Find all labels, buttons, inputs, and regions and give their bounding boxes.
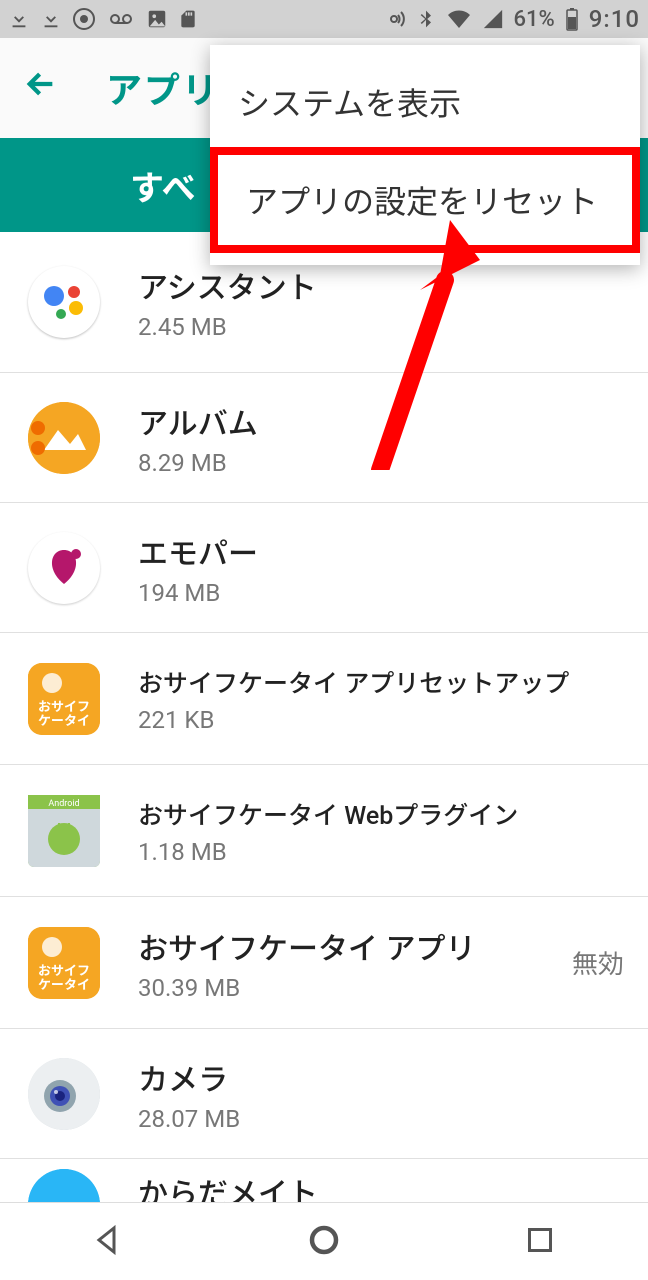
app-icon-webplugin: Android bbox=[28, 795, 100, 867]
sd-card-icon bbox=[178, 7, 198, 31]
app-name: エモパー bbox=[138, 529, 624, 573]
app-size: 1.18 MB bbox=[138, 838, 624, 866]
menu-item-show-system[interactable]: システムを表示 bbox=[210, 57, 640, 147]
clock: 9:10 bbox=[589, 5, 640, 33]
status-left-icons bbox=[8, 7, 198, 31]
list-item[interactable]: おサイフケータイ おサイフケータイ アプリ 30.39 MB 無効 bbox=[0, 896, 648, 1028]
chrome-icon bbox=[72, 7, 96, 31]
nav-recent-icon[interactable] bbox=[522, 1222, 558, 1262]
app-name: おサイフケータイ アプリセットアップ bbox=[138, 664, 624, 700]
list-item[interactable]: アルバム 8.29 MB bbox=[0, 372, 648, 502]
overflow-menu: システムを表示 アプリの設定をリセット bbox=[210, 45, 640, 265]
svg-text:おサイフ: おサイフ bbox=[38, 700, 90, 715]
list-item[interactable]: カメラ 28.07 MB bbox=[0, 1028, 648, 1158]
tab-all[interactable]: すべ bbox=[130, 161, 196, 210]
app-icon-camera bbox=[28, 1058, 100, 1130]
list-item[interactable]: Android おサイフケータイ Webプラグイン 1.18 MB bbox=[0, 764, 648, 896]
app-list: アシスタント 2.45 MB アルバム 8.29 MB エモパー 194 MB … bbox=[0, 232, 648, 1215]
app-name: おサイフケータイ アプリ bbox=[138, 924, 572, 968]
status-bar: 61% 9:10 bbox=[0, 0, 648, 38]
app-icon-assistant bbox=[28, 266, 100, 338]
svg-text:おサイフ: おサイフ bbox=[38, 964, 90, 979]
status-right-icons: 61% 9:10 bbox=[382, 5, 640, 33]
nav-bar bbox=[0, 1202, 648, 1280]
app-size: 194 MB bbox=[138, 579, 624, 607]
nav-home-icon[interactable] bbox=[306, 1222, 342, 1262]
app-name: おサイフケータイ Webプラグイン bbox=[138, 796, 624, 832]
app-icon-osaifu: おサイフケータイ bbox=[28, 663, 100, 735]
battery-percent: 61% bbox=[514, 7, 555, 32]
app-icon-emopa bbox=[28, 532, 100, 604]
svg-text:ケータイ: ケータイ bbox=[38, 978, 90, 993]
menu-item-reset-app-prefs[interactable]: アプリの設定をリセット bbox=[210, 147, 640, 253]
svg-text:ケータイ: ケータイ bbox=[38, 714, 90, 729]
download-icon bbox=[40, 8, 62, 30]
app-size: 30.39 MB bbox=[138, 974, 572, 1002]
nfc-icon bbox=[382, 7, 406, 31]
list-item[interactable]: エモパー 194 MB bbox=[0, 502, 648, 632]
app-size: 221 KB bbox=[138, 706, 624, 734]
page-title: アプリ bbox=[106, 62, 220, 114]
app-icon-album bbox=[28, 402, 100, 474]
back-icon[interactable] bbox=[24, 67, 58, 110]
bluetooth-icon bbox=[416, 7, 436, 31]
svg-text:Android: Android bbox=[48, 799, 79, 809]
picture-icon bbox=[146, 8, 168, 30]
nav-back-icon[interactable] bbox=[90, 1222, 126, 1262]
download-icon bbox=[8, 8, 30, 30]
app-size: 28.07 MB bbox=[138, 1105, 624, 1133]
app-size: 8.29 MB bbox=[138, 449, 624, 477]
app-name: アルバム bbox=[138, 399, 624, 443]
app-size: 2.45 MB bbox=[138, 313, 624, 341]
list-item[interactable]: おサイフケータイ おサイフケータイ アプリセットアップ 221 KB bbox=[0, 632, 648, 764]
app-icon-osaifu-app: おサイフケータイ bbox=[28, 927, 100, 999]
battery-icon bbox=[565, 7, 579, 31]
wifi-icon bbox=[446, 7, 472, 31]
signal-icon bbox=[482, 8, 504, 30]
app-name: カメラ bbox=[138, 1055, 624, 1099]
voicemail-icon bbox=[106, 7, 136, 31]
app-name: アシスタント bbox=[138, 263, 624, 307]
app-status: 無効 bbox=[572, 944, 624, 981]
